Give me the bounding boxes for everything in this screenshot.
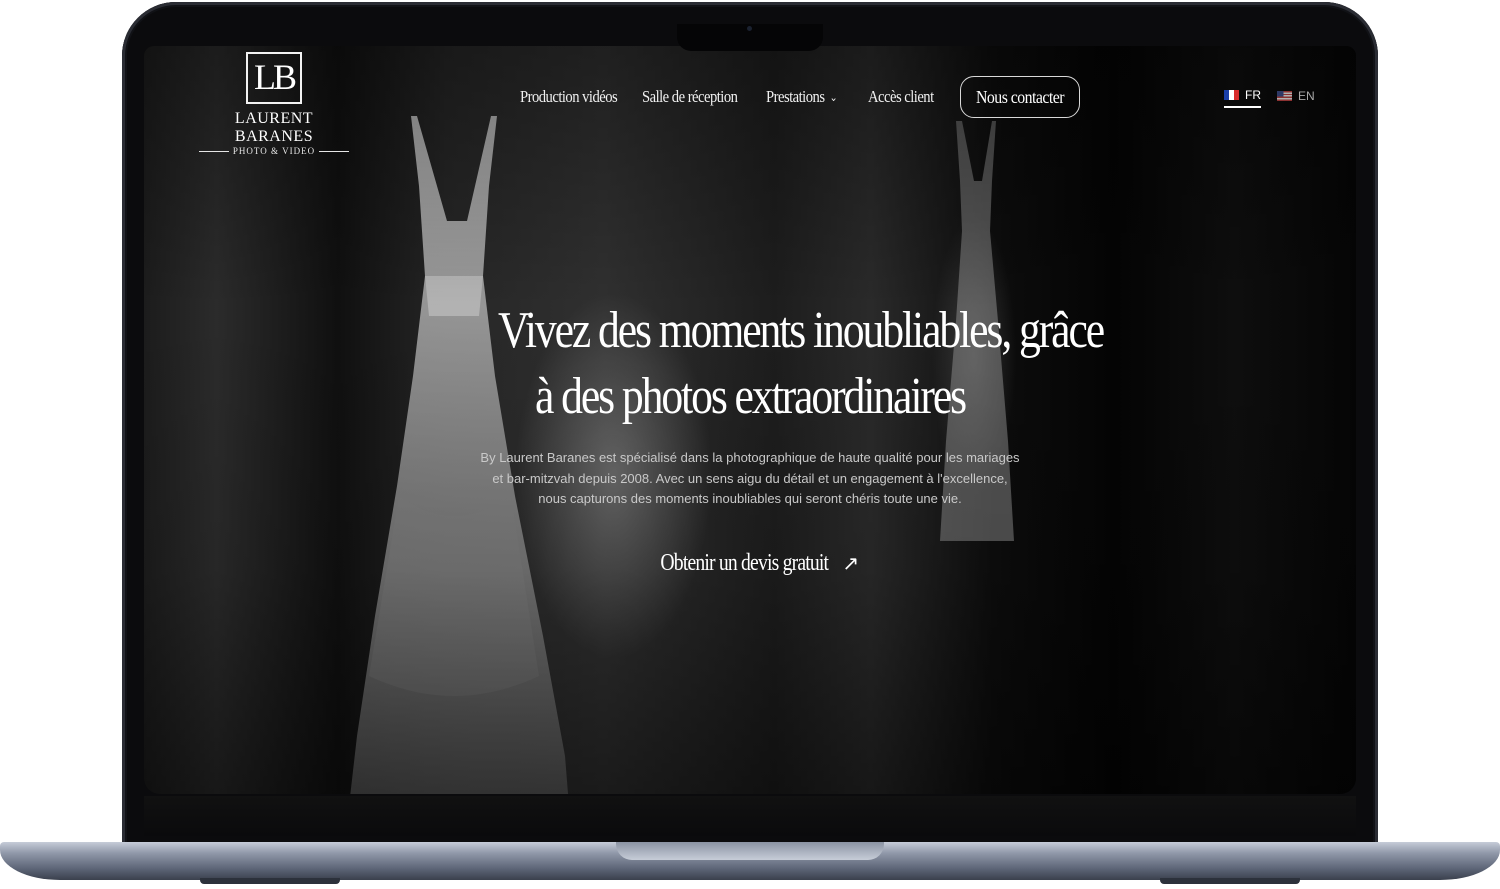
nav-item-acces-client[interactable]: Accès client [868, 87, 944, 107]
lang-code: EN [1298, 89, 1315, 103]
camera-icon [747, 26, 752, 31]
hero-title-line-2: à des photos extraordinaires [534, 368, 967, 425]
nav-item-salle-de-reception[interactable]: Salle de réception [642, 87, 745, 107]
free-quote-label: Obtenir un devis gratuit [660, 549, 829, 576]
contact-button[interactable]: Nous contacter [960, 76, 1080, 118]
flag-france-icon [1224, 90, 1239, 100]
contact-button-label: Nous contacter [975, 86, 1065, 107]
laptop-foot-right [1160, 878, 1300, 884]
logo-tagline-text: PHOTO & VIDEO [232, 146, 316, 156]
laptop-opening-groove [616, 842, 884, 860]
logo-name: LAURENT BARANES [234, 110, 314, 145]
nav-item-production-videos[interactable]: Production vidéos [520, 87, 621, 107]
tagline-rule-left [198, 150, 229, 152]
nav-item-label: Accès client [868, 87, 934, 106]
device-mockup: LB LAURENT BARANES PHOTO & VIDEO Product… [0, 0, 1500, 889]
hero-title: Vivez des moments inoubliables, grâce à … [498, 298, 1105, 430]
hero-description-line-1: By Laurent Baranes est spécialisé dans l… [480, 450, 1020, 465]
free-quote-link[interactable]: Obtenir un devis gratuit ↗ [642, 549, 859, 577]
site-logo[interactable]: LB LAURENT BARANES PHOTO & VIDEO [194, 52, 354, 156]
lang-option-fr[interactable]: FR [1224, 88, 1261, 108]
lang-code: FR [1245, 88, 1261, 102]
logo-monogram: LB [246, 52, 302, 104]
logo-tagline: PHOTO & VIDEO [194, 146, 354, 156]
hero-description-line-3: nous capturons des moments inoubliables … [538, 491, 962, 506]
laptop-chin [144, 796, 1356, 836]
website-screen: LB LAURENT BARANES PHOTO & VIDEO Product… [144, 46, 1356, 794]
language-switcher: FR EN [1224, 88, 1315, 108]
lang-option-en[interactable]: EN [1277, 88, 1315, 108]
flag-usa-icon [1277, 91, 1292, 101]
hero-description-line-2: et bar-mitzvah depuis 2008. Avec un sens… [492, 470, 1008, 486]
nav-item-prestations[interactable]: Prestations ⌄ [766, 87, 850, 107]
nav-item-label: Salle de réception [642, 87, 738, 106]
nav-item-label: Production vidéos [520, 87, 618, 106]
camera-notch [677, 24, 823, 51]
hero-section: Vivez des moments inoubliables, grâce à … [450, 298, 1105, 577]
tagline-rule-right [319, 150, 350, 152]
hero-title-line-1: Vivez des moments inoubliables, grâce [498, 302, 1105, 359]
chevron-down-icon: ⌄ [829, 91, 838, 104]
nav-item-label: Prestations [766, 87, 825, 106]
laptop-foot-left [200, 878, 340, 884]
arrow-up-right-icon: ↗ [842, 551, 859, 575]
hero-description: By Laurent Baranes est spécialisé dans l… [460, 448, 1040, 510]
main-navigation: Production vidéos Salle de réception Pre… [520, 76, 1080, 118]
